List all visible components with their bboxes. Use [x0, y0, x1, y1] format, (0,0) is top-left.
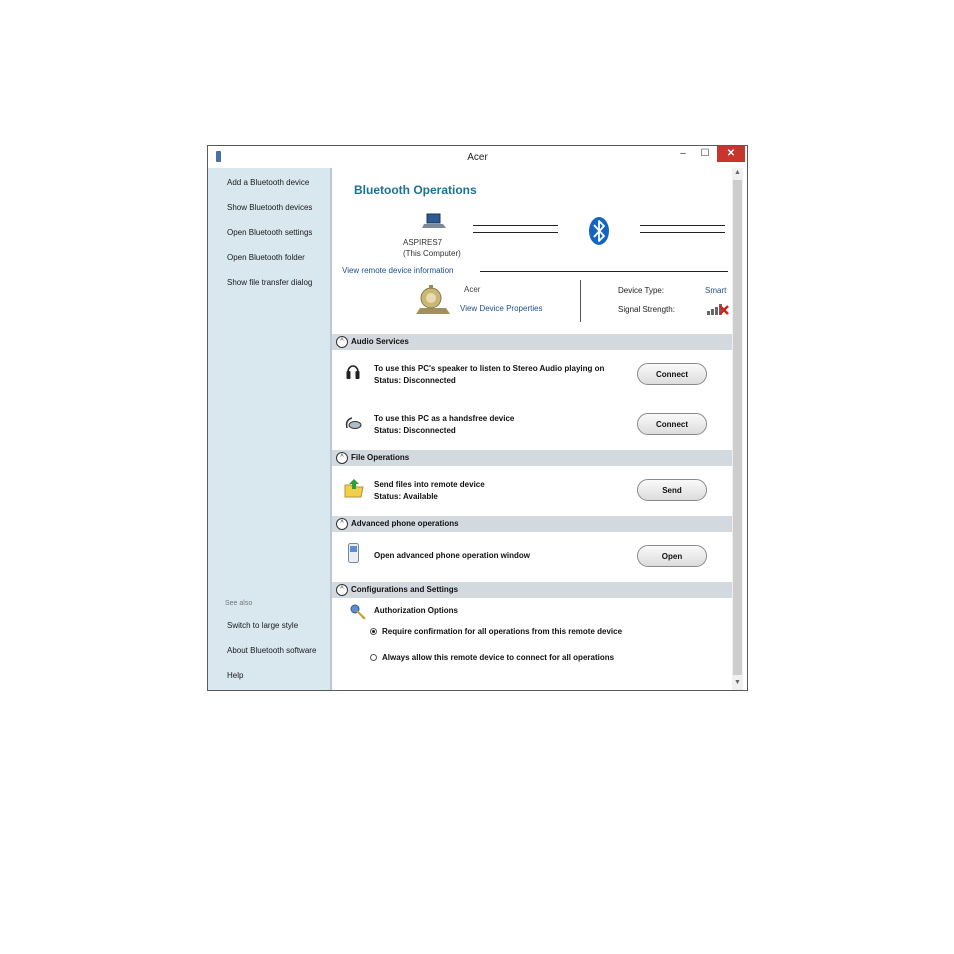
open-button[interactable]: Open: [637, 545, 707, 567]
page-title: Bluetooth Operations: [354, 183, 477, 197]
send-button[interactable]: Send: [637, 479, 707, 501]
phone-icon: [348, 543, 359, 563]
phone-window-text: Open advanced phone operation window: [374, 551, 531, 560]
view-device-properties-link[interactable]: View Device Properties: [460, 304, 543, 313]
bluetooth-window: Acer – ☐ ✕ Add a Bluetooth device Show B…: [207, 145, 748, 691]
device-name: Acer: [464, 285, 481, 294]
connect-stereo-button[interactable]: Connect: [637, 363, 707, 385]
audio-handsfree-text: To use this PC as a handsfree device: [374, 414, 515, 423]
audio-stereo-text: To use this PC's speaker to listen to St…: [374, 364, 605, 373]
radio-always-allow[interactable]: [370, 654, 377, 661]
computer-subtitle: (This Computer): [403, 249, 461, 258]
section-title: Advanced phone operations: [351, 519, 459, 528]
section-file-operations[interactable]: ^ File Operations: [332, 450, 732, 466]
sidebar-item-file-transfer[interactable]: Show file transfer dialog: [227, 278, 312, 287]
sidebar-item-add-device[interactable]: Add a Bluetooth device: [227, 178, 309, 187]
connection-line: [473, 225, 558, 226]
sidebar-item-show-devices[interactable]: Show Bluetooth devices: [227, 203, 312, 212]
audio-handsfree-status: Status: Disconnected: [374, 426, 456, 435]
section-configurations[interactable]: ^ Configurations and Settings: [332, 582, 732, 598]
chevron-up-icon[interactable]: ^: [336, 336, 348, 348]
chevron-up-icon[interactable]: ^: [336, 518, 348, 530]
signal-strength-label: Signal Strength:: [618, 305, 675, 314]
minimize-button[interactable]: –: [672, 146, 694, 162]
window-title: Acer: [467, 152, 488, 163]
scroll-thumb[interactable]: [733, 180, 742, 675]
section-title: File Operations: [351, 453, 410, 462]
device-icon: [416, 285, 450, 314]
section-audio-services[interactable]: ^ Audio Services: [332, 334, 732, 350]
connection-line: [640, 225, 725, 226]
scroll-up-icon[interactable]: ▲: [732, 168, 743, 178]
vertical-separator: [580, 280, 581, 322]
chevron-up-icon[interactable]: ^: [336, 584, 348, 596]
divider-line: [480, 271, 728, 272]
title-bar: Acer – ☐ ✕: [208, 146, 747, 168]
headset-icon: [345, 417, 362, 429]
device-type-label: Device Type:: [618, 286, 665, 295]
scroll-down-icon[interactable]: ▼: [732, 678, 743, 688]
maximize-button[interactable]: ☐: [694, 146, 716, 162]
sidebar-item-open-settings[interactable]: Open Bluetooth settings: [227, 228, 312, 237]
signal-strength-icon: [707, 304, 729, 315]
audio-stereo-status: Status: Disconnected: [374, 376, 456, 385]
sidebar-item-help[interactable]: Help: [227, 671, 243, 680]
radio-require-confirmation-label[interactable]: Require confirmation for all operations …: [382, 627, 622, 636]
close-button[interactable]: ✕: [717, 146, 745, 162]
view-remote-info-link[interactable]: View remote device information: [342, 266, 453, 275]
radio-always-allow-label[interactable]: Always allow this remote device to conne…: [382, 653, 614, 662]
sidebar-item-large-style[interactable]: Switch to large style: [227, 621, 298, 630]
headphones-icon: [346, 365, 360, 379]
laptop-icon: [422, 213, 446, 228]
file-send-status: Status: Available: [374, 492, 438, 501]
bluetooth-icon: [589, 217, 609, 245]
connect-handsfree-button[interactable]: Connect: [637, 413, 707, 435]
sidebar-item-open-folder[interactable]: Open Bluetooth folder: [227, 253, 305, 262]
authorization-options-title: Authorization Options: [374, 606, 458, 615]
connection-line: [473, 232, 558, 233]
keys-icon: [350, 604, 366, 620]
section-advanced-phone[interactable]: ^ Advanced phone operations: [332, 516, 732, 532]
sidebar-item-about[interactable]: About Bluetooth software: [227, 646, 316, 655]
radio-require-confirmation[interactable]: [370, 628, 377, 635]
see-also-label: See also: [225, 600, 253, 607]
file-send-text: Send files into remote device: [374, 480, 485, 489]
connection-line: [640, 232, 725, 233]
computer-name: ASPIRES7: [403, 238, 443, 247]
main-content: Bluetooth Operations ASPIRES7 (This Comp…: [332, 168, 732, 690]
chevron-up-icon[interactable]: ^: [336, 452, 348, 464]
sidebar: Add a Bluetooth device Show Bluetooth de…: [208, 168, 330, 690]
folder-send-icon: [344, 479, 364, 498]
device-type-value: Smart: [705, 286, 727, 295]
vertical-scrollbar[interactable]: ▲ ▼: [732, 168, 743, 690]
section-title: Configurations and Settings: [351, 585, 459, 594]
section-title: Audio Services: [351, 337, 409, 346]
